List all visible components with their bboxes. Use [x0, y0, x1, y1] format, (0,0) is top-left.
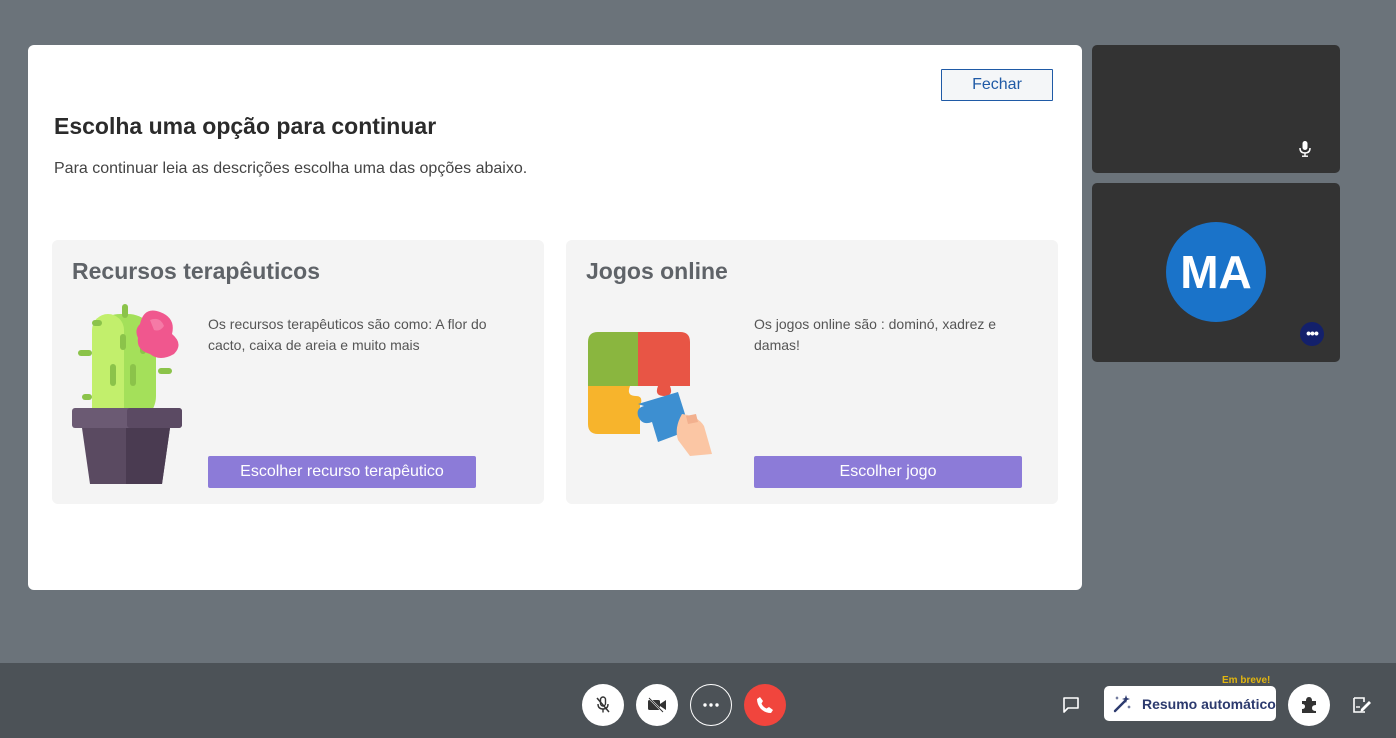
chat-icon	[1063, 697, 1079, 713]
cactus-illustration	[72, 304, 182, 484]
extensions-button[interactable]	[1288, 684, 1330, 726]
puzzle-illustration	[588, 332, 712, 456]
hang-up-button[interactable]	[744, 684, 786, 726]
close-button[interactable]: Fechar	[941, 69, 1053, 101]
hang-up-icon	[757, 697, 773, 713]
choose-resource-button[interactable]: Escolher recurso terapêutico	[208, 456, 476, 488]
more-options-icon	[703, 703, 719, 707]
online-games-card: Jogos online Os jogos online são : domin…	[566, 240, 1058, 504]
camera-toggle-button[interactable]	[636, 684, 678, 726]
avatar: MA	[1166, 222, 1266, 322]
options-modal: Fechar Escolha uma opção para continuar …	[28, 45, 1082, 590]
card-title: Recursos terapêuticos	[72, 258, 320, 284]
participant-tile[interactable]: MA •••	[1092, 183, 1340, 362]
card-description: Os jogos online são : dominó, xadrez e d…	[754, 316, 997, 353]
notes-button[interactable]	[1350, 694, 1374, 716]
auto-summary-label: Resumo automático	[1142, 695, 1276, 712]
mic-toggle-button[interactable]	[582, 684, 624, 726]
card-title: Jogos online	[586, 258, 728, 284]
more-dots-icon[interactable]: •••	[1300, 322, 1324, 346]
modal-subtitle: Para continuar leia as descrições escolh…	[54, 160, 528, 177]
therapeutic-resources-card: Recursos terapêuticos Os recursos terapê…	[52, 240, 544, 504]
choose-game-button[interactable]: Escolher jogo	[754, 456, 1022, 488]
mic-icon	[1299, 141, 1311, 157]
auto-summary-button[interactable]: Resumo automático	[1104, 686, 1276, 721]
camera-off-icon	[648, 697, 666, 713]
puzzle-icon	[1302, 697, 1316, 713]
mic-off-icon	[596, 696, 610, 713]
notes-icon	[1353, 697, 1371, 713]
participant-tile[interactable]	[1092, 45, 1340, 173]
chat-button[interactable]	[1060, 694, 1082, 716]
modal-title: Escolha uma opção para continuar	[54, 113, 437, 139]
card-description: Os recursos terapêuticos são como: A flo…	[208, 316, 487, 353]
meeting-toolbar: Em breve! Resumo automático	[0, 663, 1396, 738]
coming-soon-badge: Em breve!	[1222, 675, 1271, 686]
more-options-button[interactable]	[690, 684, 732, 726]
magic-wand-icon	[1113, 694, 1131, 712]
